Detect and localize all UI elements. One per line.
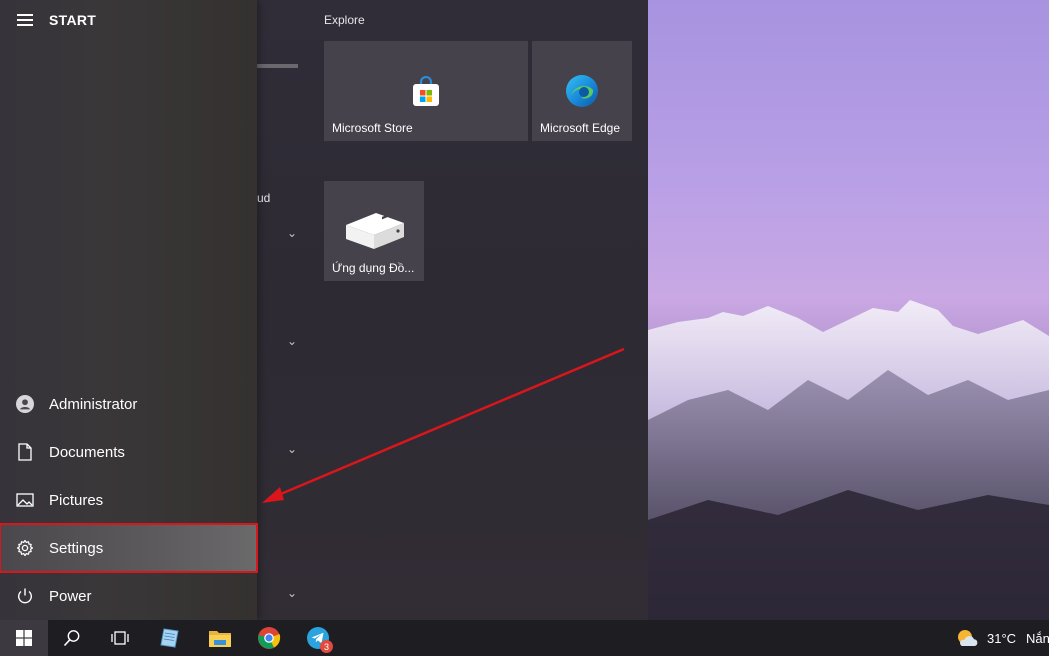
pane-item-documents[interactable]: Documents [0, 428, 257, 476]
notepad-icon [160, 628, 179, 648]
pane-item-label: Settings [49, 539, 104, 557]
taskbar-chrome[interactable] [245, 620, 293, 656]
weather-description: Nắn [1026, 630, 1049, 646]
start-title: START [49, 12, 97, 28]
edge-icon [565, 74, 599, 113]
pictures-icon [16, 491, 34, 509]
tile-label: Microsoft Edge [540, 121, 621, 135]
document-icon [16, 443, 34, 461]
chevron-down-icon[interactable]: ⌄ [287, 442, 297, 456]
telegram-notification-badge: 3 [320, 640, 333, 653]
taskbar-notepad[interactable] [146, 620, 194, 656]
start-left-pane: START Administrator Documents Pictures S… [0, 0, 258, 620]
weather-temperature: 31°C [987, 630, 1017, 646]
task-view-icon [111, 631, 129, 645]
chrome-icon [258, 627, 281, 649]
hamburger-menu-icon[interactable] [17, 14, 33, 26]
chevron-down-icon[interactable]: ⌄ [287, 334, 297, 348]
scroll-indicator [257, 64, 298, 68]
tile-microsoft-edge[interactable]: Microsoft Edge [532, 41, 632, 141]
windows-start-icon [16, 630, 32, 646]
taskbar-telegram[interactable]: 3 [294, 620, 342, 656]
store-icon [410, 75, 442, 113]
taskbar-file-explorer[interactable] [196, 620, 244, 656]
taskbar: 3 31°C Nắn [0, 620, 1049, 656]
chevron-down-icon[interactable]: ⌄ [287, 226, 297, 240]
hidden-list-text: ud [257, 191, 271, 205]
pane-item-label: Administrator [49, 395, 138, 413]
mountain-illustration [648, 300, 1049, 620]
pane-item-administrator[interactable]: Administrator [0, 380, 257, 428]
computer-box-icon [342, 209, 406, 256]
power-icon [16, 587, 34, 605]
gear-icon [16, 539, 34, 557]
tile-label: Ứng dụng Đồ... [332, 261, 415, 275]
tile-microsoft-store[interactable]: Microsoft Store [324, 41, 528, 141]
task-view-button[interactable] [96, 620, 144, 656]
explore-group-label: Explore [324, 13, 365, 27]
chevron-down-icon[interactable]: ⌄ [287, 586, 297, 600]
pane-item-label: Documents [49, 443, 125, 461]
pane-item-settings[interactable]: Settings [0, 523, 258, 573]
pane-item-label: Pictures [49, 491, 104, 509]
windows-start-button[interactable] [0, 620, 48, 656]
weather-widget[interactable]: 31°C Nắn [955, 620, 1049, 656]
search-icon [63, 630, 80, 647]
pane-item-power[interactable]: Power [0, 572, 257, 620]
app-list-remnant: ud ⌄ ⌄ ⌄ ⌄ [257, 0, 317, 620]
desktop-wallpaper [648, 0, 1049, 620]
tile-label: Microsoft Store [332, 121, 413, 135]
pane-item-label: Power [49, 587, 92, 605]
tile-computer-app[interactable]: Ứng dụng Đồ... [324, 181, 424, 281]
user-icon [16, 395, 34, 413]
weather-partly-sunny-icon [958, 630, 978, 646]
file-explorer-icon [209, 631, 231, 647]
pane-item-pictures[interactable]: Pictures [0, 476, 257, 524]
search-button[interactable] [48, 620, 96, 656]
